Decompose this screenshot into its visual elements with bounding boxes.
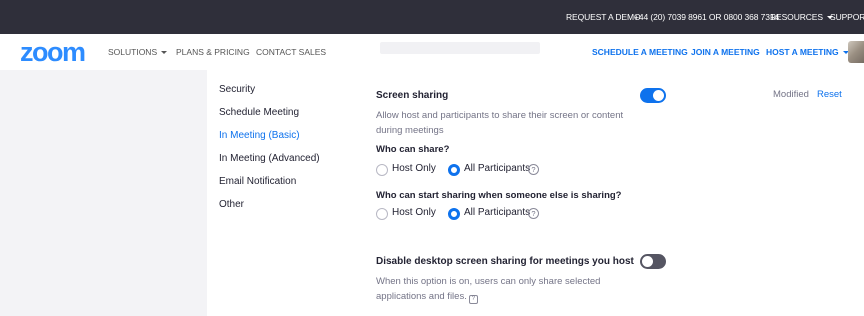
host-only-label[interactable]: Host Only — [392, 207, 436, 218]
phone-link[interactable]: +44 (20) 7039 8961 OR 0800 368 7314 — [634, 0, 779, 34]
host-only-radio[interactable] — [376, 164, 388, 176]
sidebar-item-email-notification[interactable]: Email Notification — [219, 176, 296, 187]
zoom-logo[interactable]: zoom — [20, 38, 86, 66]
sidebar-item-security[interactable]: Security — [219, 84, 255, 95]
modified-label: Modified — [773, 89, 809, 100]
faded-header-text — [380, 42, 540, 54]
sidebar-item-in-meeting-basic[interactable]: In Meeting (Basic) — [219, 130, 300, 141]
info-icon[interactable]: ? — [468, 295, 478, 304]
chevron-down-icon — [161, 51, 168, 54]
solutions-label: SOLUTIONS — [108, 47, 158, 57]
all-participants-radio[interactable] — [448, 208, 460, 220]
toggle-knob — [653, 90, 664, 101]
screen-sharing-description: Allow host and participants to share the… — [376, 110, 624, 136]
sidebar-item-other[interactable]: Other — [219, 199, 244, 210]
who-can-start-question: Who can start sharing when someone else … — [376, 190, 622, 201]
sidebar-item-in-meeting-advanced[interactable]: In Meeting (Advanced) — [219, 153, 320, 164]
support-link[interactable]: SUPPORT — [830, 0, 864, 34]
all-participants-label[interactable]: All Participants — [464, 207, 530, 218]
toggle-knob — [642, 256, 653, 267]
who-can-start-options: Host Only All Participants ? — [376, 207, 576, 222]
avatar[interactable] — [848, 41, 864, 63]
disable-desktop-description-text: When this option is on, users can only s… — [376, 276, 601, 302]
disable-desktop-sharing-description: When this option is on, users can only s… — [376, 274, 638, 304]
all-participants-label[interactable]: All Participants — [464, 163, 530, 174]
disable-desktop-sharing-title: Disable desktop screen sharing for meeti… — [376, 256, 634, 267]
top-utility-bar: REQUEST A DEMO +44 (20) 7039 8961 OR 080… — [0, 0, 864, 34]
left-pane — [0, 70, 207, 316]
reset-link[interactable]: Reset — [817, 89, 842, 100]
help-icon[interactable]: ? — [528, 164, 539, 175]
sidebar-item-schedule-meeting[interactable]: Schedule Meeting — [219, 107, 299, 118]
help-icon[interactable]: ? — [528, 208, 539, 219]
resources-menu[interactable]: RESOURCES — [770, 0, 833, 34]
main-navigation: zoom SOLUTIONS PLANS & PRICING CONTACT S… — [0, 34, 864, 70]
request-demo-link[interactable]: REQUEST A DEMO — [566, 0, 641, 34]
host-only-label[interactable]: Host Only — [392, 163, 436, 174]
who-can-share-options: Host Only All Participants ? — [376, 163, 576, 178]
resources-label: RESOURCES — [770, 12, 823, 22]
schedule-meeting-link[interactable]: SCHEDULE A MEETING — [592, 34, 688, 70]
screen-sharing-title: Screen sharing — [376, 90, 449, 101]
join-meeting-link[interactable]: JOIN A MEETING — [691, 34, 760, 70]
solutions-menu[interactable]: SOLUTIONS — [108, 34, 168, 70]
host-only-radio[interactable] — [376, 208, 388, 220]
plans-pricing-link[interactable]: PLANS & PRICING — [176, 34, 250, 70]
host-meeting-label: HOST A MEETING — [766, 47, 839, 57]
who-can-share-question: Who can share? — [376, 144, 450, 155]
screen-sharing-toggle[interactable] — [640, 88, 666, 103]
all-participants-radio[interactable] — [448, 164, 460, 176]
host-meeting-menu[interactable]: HOST A MEETING — [766, 34, 849, 70]
disable-desktop-sharing-toggle[interactable] — [640, 254, 666, 269]
contact-sales-link[interactable]: CONTACT SALES — [256, 34, 326, 70]
